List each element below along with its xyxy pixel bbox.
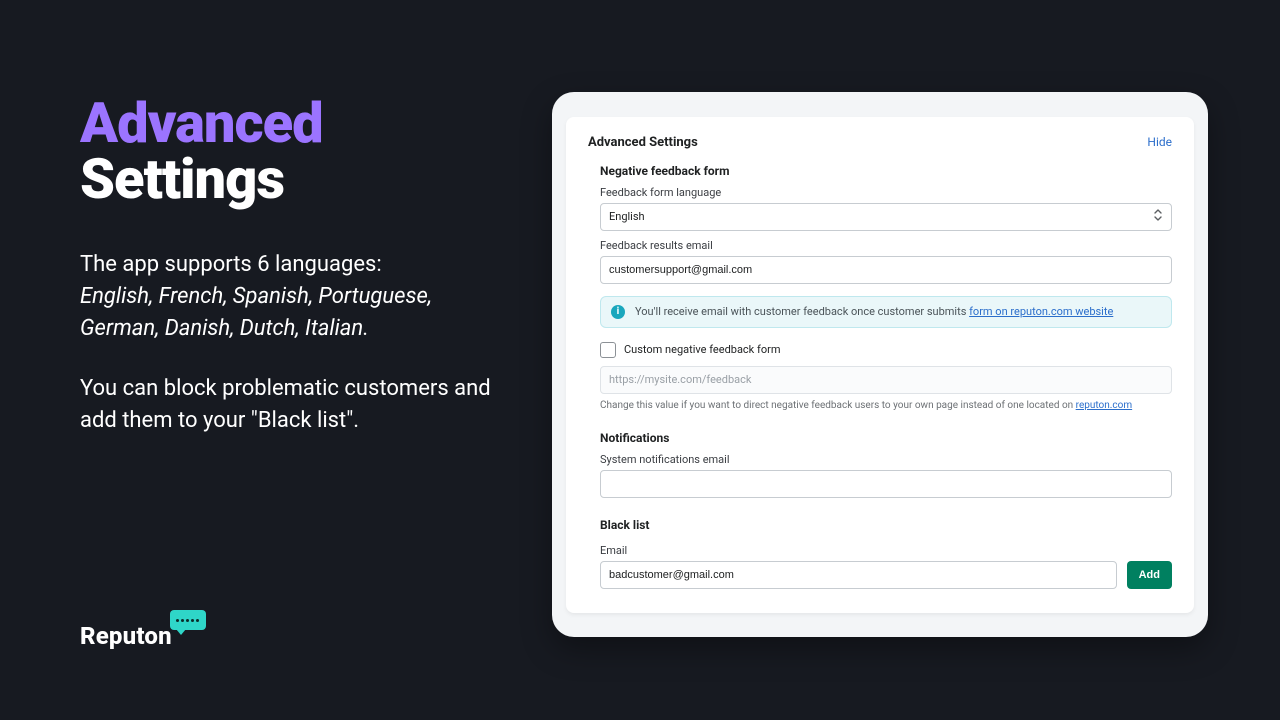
add-button[interactable]: Add xyxy=(1127,561,1172,589)
custom-feedback-url-input[interactable]: https://mysite.com/feedback xyxy=(600,366,1172,394)
blacklist-email-input[interactable] xyxy=(600,561,1117,589)
custom-feedback-url-placeholder: https://mysite.com/feedback xyxy=(609,373,751,386)
custom-feedback-helper: Change this value if you want to direct … xyxy=(600,400,1172,411)
hero-para1-lead: The app supports 6 languages: xyxy=(80,252,382,277)
helper-text: Change this value if you want to direct … xyxy=(600,400,1076,411)
custom-feedback-checkbox[interactable] xyxy=(600,342,616,358)
language-label: Feedback form language xyxy=(600,186,1172,199)
section-notifications-heading: Notifications xyxy=(600,431,1172,445)
language-select[interactable]: English xyxy=(600,203,1172,231)
brand-name: Reputon xyxy=(80,622,172,650)
card-title: Advanced Settings xyxy=(588,135,698,150)
hide-link[interactable]: Hide xyxy=(1147,135,1172,149)
info-icon: i xyxy=(611,305,625,319)
system-email-label: System notifications email xyxy=(600,453,1172,466)
banner-text: You'll receive email with customer feedb… xyxy=(635,305,969,318)
banner-link[interactable]: form on reputon.com website xyxy=(969,305,1113,318)
language-select-value: English xyxy=(609,210,645,223)
advanced-settings-card: Advanced Settings Hide Negative feedback… xyxy=(566,117,1194,613)
custom-feedback-checkbox-label: Custom negative feedback form xyxy=(624,343,780,356)
section-blacklist-heading: Black list xyxy=(600,518,1172,532)
hero-para1-languages: English, French, Spanish, Portuguese, Ge… xyxy=(80,284,432,341)
results-email-input[interactable] xyxy=(600,256,1172,284)
hero-paragraph-languages: The app supports 6 languages: English, F… xyxy=(80,249,500,345)
hero-title: Advanced Settings xyxy=(80,95,500,207)
hero-title-line2: Settings xyxy=(80,151,500,207)
results-email-label: Feedback results email xyxy=(600,239,1172,252)
hero-title-line1: Advanced xyxy=(80,95,500,151)
system-email-input[interactable] xyxy=(600,470,1172,498)
info-banner: i You'll receive email with customer fee… xyxy=(600,296,1172,328)
chevron-up-down-icon xyxy=(1153,209,1163,224)
brand-logo: Reputon xyxy=(80,610,206,650)
speech-bubble-icon xyxy=(170,610,206,630)
section-negative-heading: Negative feedback form xyxy=(600,164,1172,178)
blacklist-email-label: Email xyxy=(600,544,1172,557)
helper-link[interactable]: reputon.com xyxy=(1076,400,1132,411)
settings-card-frame: Advanced Settings Hide Negative feedback… xyxy=(552,92,1208,637)
hero-paragraph-blacklist: You can block problematic customers and … xyxy=(80,373,500,437)
